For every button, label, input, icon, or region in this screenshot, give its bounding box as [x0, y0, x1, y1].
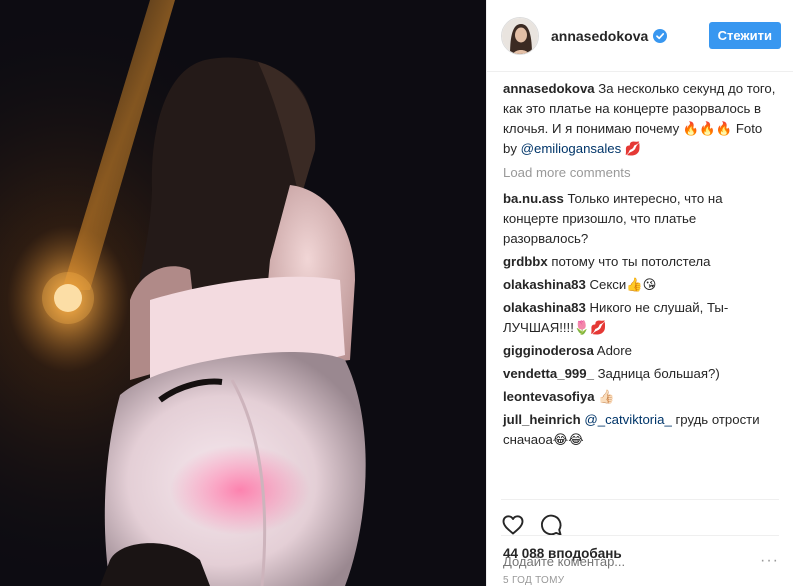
comment-item: olakashina83 Секси👍😘: [503, 275, 779, 295]
post-header: annasedokova Стежити: [487, 0, 793, 72]
comment-mention-link[interactable]: @_catviktoria_: [584, 412, 671, 427]
username-link[interactable]: annasedokova: [551, 28, 648, 44]
comment-text: 👍🏻: [598, 389, 615, 404]
follow-button[interactable]: Стежити: [708, 22, 781, 49]
caption-author-link[interactable]: annasedokova: [503, 81, 595, 96]
comment-text: Adore: [596, 343, 632, 358]
load-more-comments-link[interactable]: Load more comments: [503, 163, 779, 183]
heart-icon[interactable]: [501, 513, 525, 537]
comment-item: grdbbx потому что ты потолстела: [503, 252, 779, 272]
comment-item: gigginoderosa Adore: [503, 341, 779, 361]
caption: annasedokova За несколько секунд до того…: [503, 79, 779, 159]
comment-user-link[interactable]: gigginoderosa: [503, 343, 594, 358]
avatar-image: [502, 17, 538, 54]
comment-item: ba.nu.ass Только интересно, что на конце…: [503, 189, 779, 249]
stage-photo-illustration: [0, 0, 486, 586]
comment-item: olakashina83 Никого не слушай, Ты- ЛУЧША…: [503, 298, 779, 338]
comment-user-link[interactable]: ba.nu.ass: [503, 191, 564, 206]
comment-user-link[interactable]: leontevasofiya: [503, 389, 595, 404]
comment-user-link[interactable]: olakashina83: [503, 277, 586, 292]
more-options-icon[interactable]: ···: [760, 552, 779, 570]
verified-badge-icon: [653, 28, 668, 43]
caption-mention-link[interactable]: @emiliogansales: [521, 141, 622, 156]
comment-text: Секси👍😘: [589, 277, 657, 292]
post-container: annasedokova Стежити annasedokova За нес…: [0, 0, 793, 586]
add-comment-input[interactable]: [501, 552, 755, 570]
comment-user-link[interactable]: olakashina83: [503, 300, 586, 315]
post-photo[interactable]: [0, 0, 486, 586]
avatar[interactable]: [501, 16, 539, 55]
comment-user-link[interactable]: vendetta_999_: [503, 366, 594, 381]
caption-suffix: 💋: [621, 141, 642, 156]
add-comment-section: ···: [501, 535, 779, 586]
comment-item: jull_heinrich @_catviktoria_ грудь отрос…: [503, 410, 779, 450]
comment-text: Задница большая?): [597, 366, 720, 381]
comment-icon[interactable]: [539, 513, 563, 537]
comment-item: leontevasofiya 👍🏻: [503, 387, 779, 407]
comments-list: annasedokova За несколько секунд до того…: [487, 72, 793, 499]
comment-item: vendetta_999_ Задница большая?): [503, 364, 779, 384]
comment-user-link[interactable]: grdbbx: [503, 254, 548, 269]
comment-user-link[interactable]: jull_heinrich: [503, 412, 581, 427]
post-side-panel: annasedokova Стежити annasedokova За нес…: [486, 0, 793, 586]
comment-text: потому что ты потолстела: [551, 254, 711, 269]
